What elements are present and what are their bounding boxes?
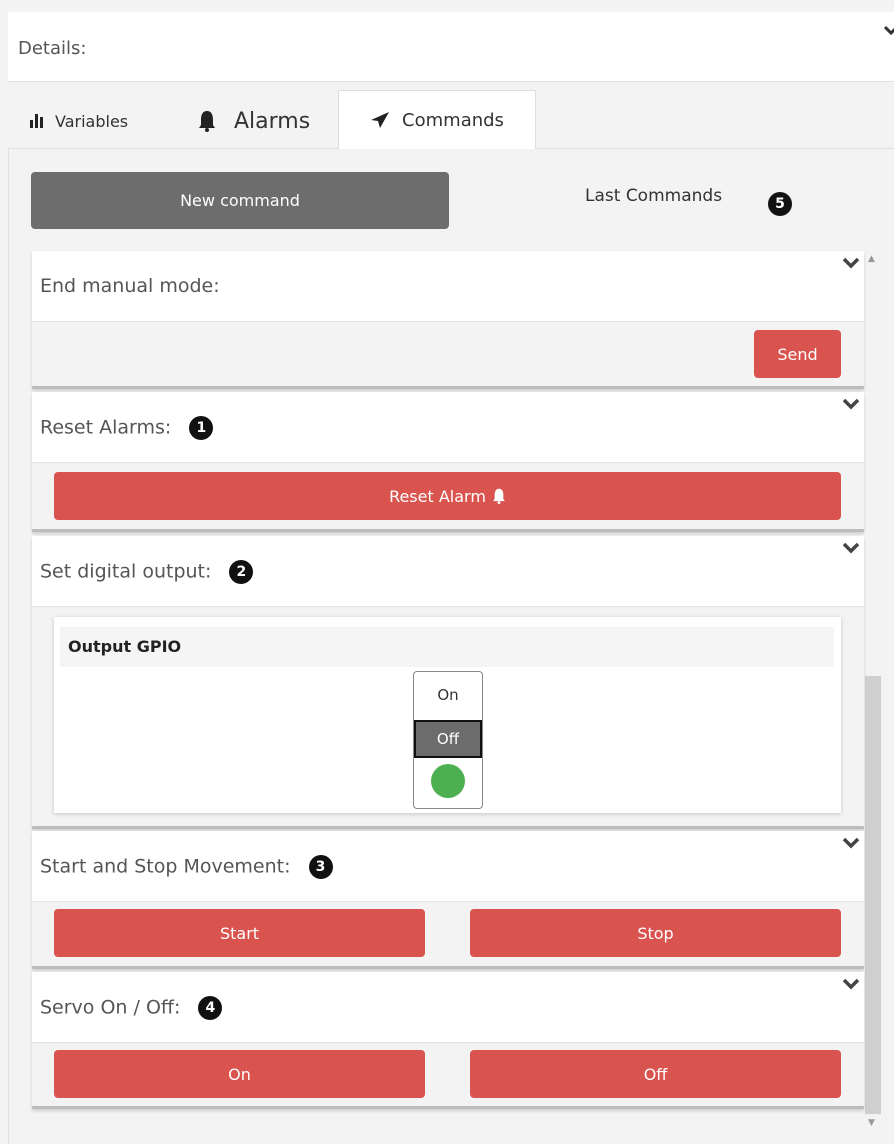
card-title: Set digital output: 2 [40, 560, 254, 584]
card-title: Servo On / Off: 4 [40, 996, 223, 1020]
reset-alarm-button[interactable]: Reset Alarm [54, 472, 841, 520]
card-body: Start Stop [32, 902, 864, 966]
command-card-reset-alarms: Reset Alarms: 1 Reset Alarm [32, 392, 864, 532]
card-title: Reset Alarms: 1 [40, 416, 214, 440]
card-header[interactable]: Reset Alarms: 1 [32, 392, 864, 463]
reset-alarm-label: Reset Alarm [389, 486, 486, 506]
scroll-down-arrow-icon[interactable]: ▼ [868, 1118, 875, 1128]
servo-on-button[interactable]: On [54, 1050, 425, 1098]
switch-option-on[interactable]: On [414, 676, 482, 714]
card-body: Send [32, 322, 864, 386]
send-button[interactable]: Send [754, 330, 841, 378]
chevron-down-icon[interactable] [842, 978, 860, 994]
scrollbar-thumb[interactable] [865, 676, 881, 1114]
scroll-up-arrow-icon[interactable]: ▲ [868, 254, 875, 264]
card-title-text: Start and Stop Movement: [40, 855, 291, 878]
callout-badge-1: 1 [189, 416, 214, 440]
command-card-servo: Servo On / Off: 4 On Off [32, 972, 864, 1109]
start-button[interactable]: Start [54, 909, 425, 957]
tab-variables[interactable]: Variables [30, 94, 128, 148]
card-body: Reset Alarm [32, 463, 864, 529]
details-header[interactable]: Details: [8, 12, 894, 82]
callout-badge-2: 2 [229, 560, 254, 584]
on-off-switch[interactable]: On Off [413, 671, 483, 809]
tab-bar: Variables Alarms Commands [8, 82, 894, 149]
card-header[interactable]: Servo On / Off: 4 [32, 972, 864, 1043]
command-card-movement: Start and Stop Movement: 3 Start Stop [32, 831, 864, 969]
stop-button[interactable]: Stop [470, 909, 841, 957]
chevron-down-icon[interactable] [842, 398, 860, 414]
chevron-down-icon[interactable] [842, 837, 860, 853]
bell-icon [199, 111, 215, 132]
callout-badge-4: 4 [198, 996, 223, 1020]
output-gpio-panel: Output GPIO On Off [54, 617, 841, 813]
card-header[interactable]: Set digital output: 2 [32, 536, 864, 607]
card-title-text: Set digital output: [40, 560, 212, 583]
new-command-button[interactable]: New command [31, 172, 449, 229]
output-gpio-label: Output GPIO [60, 627, 834, 667]
callout-badge-5: 5 [768, 192, 792, 216]
servo-off-button[interactable]: Off [470, 1050, 841, 1098]
card-header[interactable]: Start and Stop Movement: 3 [32, 831, 864, 902]
card-title: End manual mode: [40, 275, 220, 297]
tab-alarms[interactable]: Alarms [198, 94, 310, 148]
chevron-down-icon[interactable] [842, 257, 860, 273]
chevron-down-icon[interactable] [883, 20, 894, 39]
card-header[interactable]: End manual mode: [32, 251, 864, 322]
paper-plane-icon [371, 112, 390, 128]
switch-option-off[interactable]: Off [414, 720, 482, 758]
tab-alarms-label: Alarms [234, 108, 311, 134]
status-led-icon [431, 764, 465, 798]
card-body: On Off [32, 1043, 864, 1106]
last-commands-link[interactable]: Last Commands [585, 186, 722, 206]
tab-commands-label: Commands [402, 109, 504, 131]
card-title-text: Servo On / Off: [40, 996, 181, 1019]
tab-commands[interactable]: Commands [338, 90, 536, 149]
tab-variables-label: Variables [55, 111, 129, 131]
chevron-down-icon[interactable] [842, 542, 860, 558]
card-title-text: Reset Alarms: [40, 416, 172, 439]
callout-badge-3: 3 [308, 855, 333, 879]
bar-chart-icon [30, 114, 43, 128]
command-card-digital-output: Set digital output: 2 Output GPIO On Off [32, 536, 864, 829]
card-body: Output GPIO On Off [32, 607, 864, 826]
details-label: Details: [18, 38, 87, 59]
card-title: Start and Stop Movement: 3 [40, 855, 333, 879]
bell-icon [493, 488, 505, 504]
command-card-end-manual: End manual mode: Send [32, 251, 864, 389]
